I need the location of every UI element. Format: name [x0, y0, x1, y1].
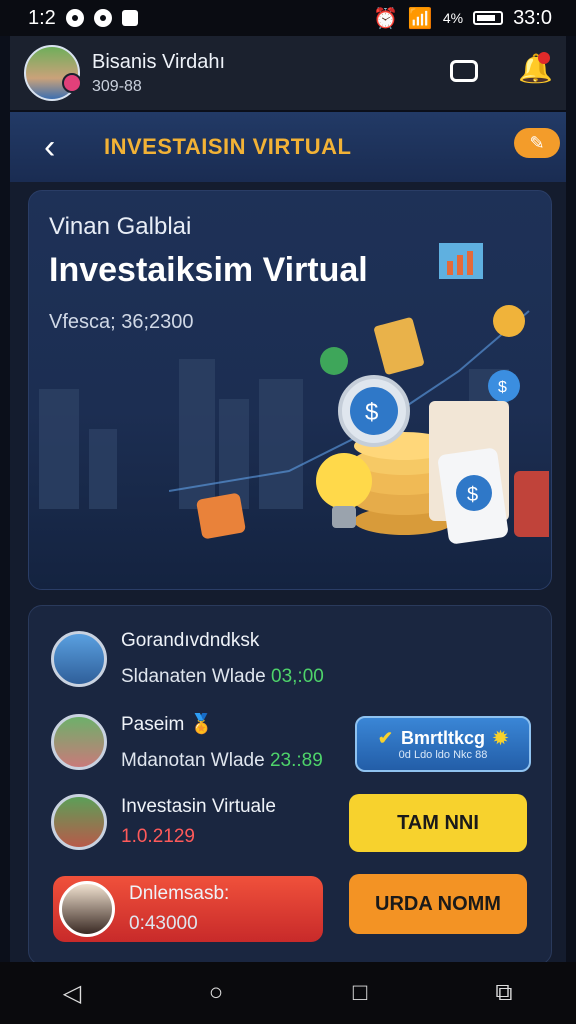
- avatar: [51, 631, 107, 687]
- list-item-text: Investasin Virtuale 1.0.2129: [121, 796, 276, 848]
- orange-action-button[interactable]: URDA NOMM: [349, 874, 527, 934]
- page-title: INVESTAISIN VIRTUAL: [104, 134, 352, 159]
- status-right-text: 33:0: [513, 6, 552, 29]
- back-nav-icon[interactable]: ◁: [57, 978, 87, 1008]
- alarm-icon: ⏰: [373, 7, 398, 30]
- list-item[interactable]: Paseim 🏅 Mdanotan Wlade 23.:89: [51, 712, 323, 772]
- wifi-icon: 📶: [407, 7, 433, 30]
- city-building: [39, 389, 79, 509]
- list-item-detail: Sldanaten Wlade 03,:00: [121, 666, 324, 688]
- leaf-coin-icon: [320, 347, 348, 375]
- recents-nav-icon[interactable]: □: [345, 978, 375, 1008]
- profile-number: 309-88: [92, 77, 142, 95]
- battery-icon: [473, 11, 504, 25]
- back-arrow-icon[interactable]: ‹: [44, 128, 74, 167]
- list-item-name-text: Paseim: [121, 714, 185, 735]
- app-switch-icon[interactable]: ⧉: [489, 978, 519, 1008]
- avatar: [51, 794, 107, 850]
- highlighted-list-item[interactable]: Dnlemsasb: 0:43000: [53, 876, 323, 942]
- profile-info: Bisanis Virdahı 309-88: [92, 51, 225, 96]
- status-right: ⏰ 📶 4% 33:0: [373, 6, 552, 31]
- notification-dot-icon: [538, 52, 550, 64]
- list-item-value: 0:43000: [129, 913, 198, 934]
- list-item-name: Paseim 🏅: [121, 712, 323, 736]
- profile-header: Bisanis Virdahı 309-88 🔔: [10, 36, 566, 110]
- list-item-text: Paseim 🏅 Mdanotan Wlade 23.:89: [121, 712, 323, 772]
- app-notification-icon: [121, 10, 138, 26]
- list-item-text: Gorandıvdndksk Sldanaten Wlade 03,:00: [121, 630, 324, 688]
- home-nav-icon[interactable]: ○: [201, 978, 231, 1008]
- status-time: 1:2: [28, 6, 56, 29]
- coin-icon: [493, 305, 525, 337]
- lightbulb-icon: [316, 453, 372, 509]
- list-item-value: 1.0.2129: [121, 826, 195, 847]
- status-bar: 1:2 ⏰ 📶 4% 33:0: [0, 0, 576, 36]
- leaderboard-card: Gorandıvdndksk Sldanaten Wlade 03,:00 Pa…: [28, 605, 552, 965]
- notification-bell-icon[interactable]: 🔔: [518, 52, 553, 84]
- yellow-action-button[interactable]: TAM NNI: [349, 794, 527, 852]
- title-bar: ‹ INVESTAISIN VIRTUAL ✎: [10, 112, 566, 182]
- investment-illustration: $ $ $: [169, 243, 549, 544]
- avatar[interactable]: [24, 45, 82, 101]
- list-item-name: Investasin Virtuale: [121, 796, 276, 817]
- city-building: [89, 429, 117, 509]
- bonus-button-subtitle: 0d Ldo ldo Nkc 88: [398, 748, 488, 761]
- avatar: [59, 881, 115, 937]
- list-item[interactable]: Gorandıvdndksk Sldanaten Wlade 03,:00: [51, 630, 324, 688]
- svg-text:$: $: [467, 484, 478, 506]
- jar-icon: [514, 471, 549, 537]
- bonus-button-row: ✔ Bmrtltkcg ✹: [378, 728, 508, 749]
- hero-card[interactable]: Vinan Galblai Investaiksim Virtual Vfesc…: [28, 190, 552, 590]
- svg-text:$: $: [365, 399, 378, 426]
- list-item-detail: Mdanotan Wlade 23.:89: [121, 750, 323, 772]
- ticket-icon-button[interactable]: ✎: [514, 128, 560, 158]
- tag-icon: [196, 493, 246, 539]
- avatar: [51, 714, 107, 770]
- medal-icon: 🏅: [189, 714, 214, 735]
- list-item-text: Dnlemsasb: 0:43000: [129, 883, 229, 935]
- bonus-button-title: Bmrtltkcg: [400, 727, 485, 748]
- avatar-badge-icon: [62, 73, 82, 93]
- list-item[interactable]: Investasin Virtuale 1.0.2129: [51, 794, 276, 850]
- svg-text:$: $: [498, 379, 507, 396]
- gear-icon: ✹: [493, 727, 509, 748]
- profile-name: Bisanis Virdahı: [92, 50, 226, 73]
- status-left: 1:2: [28, 7, 138, 30]
- battery-percent: 4%: [442, 10, 464, 26]
- list-item-value: 23.:89: [269, 750, 323, 771]
- list-item-name: Dnlemsasb:: [129, 883, 230, 904]
- check-icon: ✔: [377, 727, 393, 748]
- list-item-value: 03,:00: [271, 666, 324, 687]
- shopping-bag-icon[interactable]: [450, 60, 478, 82]
- header-icons: 🔔: [450, 52, 553, 84]
- list-item-detail-label: Sldanaten Wlade: [121, 666, 266, 687]
- notification-icon: [65, 9, 84, 27]
- list-item-detail-label: Mdanotan Wlade: [121, 750, 265, 771]
- notification-icon-2: [93, 9, 112, 27]
- bonus-button[interactable]: ✔ Bmrtltkcg ✹ 0d Ldo ldo Nkc 88: [355, 716, 531, 772]
- card-icon: [374, 317, 424, 375]
- system-nav-bar: ◁ ○ □ ⧉: [0, 962, 576, 1024]
- list-item-name: Gorandıvdndksk: [121, 630, 260, 651]
